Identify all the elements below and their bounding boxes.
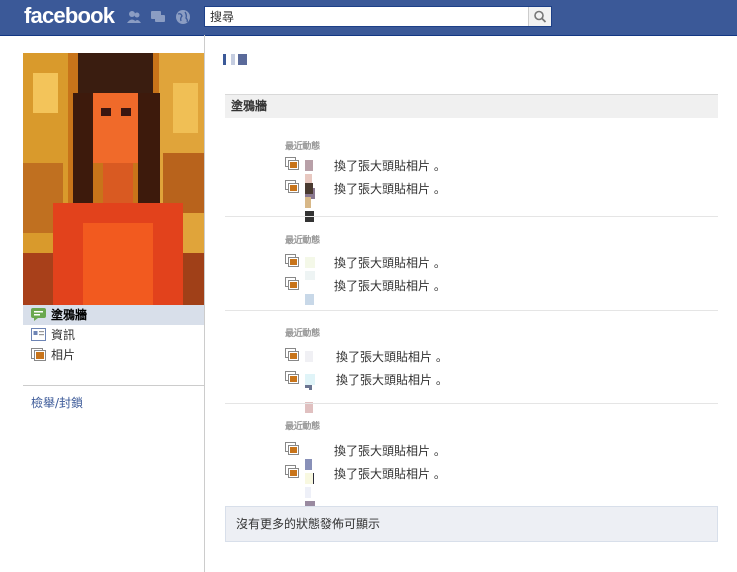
profile-photo-icon: [285, 442, 299, 455]
search-button[interactable]: [528, 7, 551, 26]
friend-requests-icon[interactable]: [126, 9, 142, 25]
story-label: 最近動態: [285, 142, 320, 152]
friend-name-link[interactable]: [305, 445, 316, 484]
profile-photo-icon: [285, 157, 299, 170]
search-input[interactable]: [210, 8, 528, 25]
profile-photo-icon: [285, 277, 299, 290]
friend-name-link[interactable]: [305, 374, 315, 413]
info-icon: [31, 328, 46, 341]
profile-photo-icon: [285, 465, 299, 478]
wall-section-header: 塗鴉牆: [225, 94, 718, 118]
nav-item-info[interactable]: 資訊: [23, 325, 204, 345]
photos-icon: [31, 348, 46, 361]
nav-item-wall[interactable]: 塗鴉牆: [23, 305, 204, 325]
search-box[interactable]: [204, 6, 552, 27]
nav-item-photos[interactable]: 相片: [23, 345, 204, 365]
story-block: 最近動態 換了張大頭貼相片 。 換了張大頭貼相片 。: [225, 310, 718, 413]
facebook-logo[interactable]: facebook: [24, 3, 115, 29]
main-column: 塗鴉牆 最近動態 換了張大頭貼相片 。 換了張大頭貼相片 。 最近動態 換了張大…: [205, 35, 737, 572]
top-bar: facebook: [0, 0, 737, 36]
messages-icon[interactable]: [150, 9, 166, 25]
story-text: 換了張大頭貼相片 。: [336, 373, 448, 387]
story-text: 換了張大頭貼相片 。: [334, 256, 446, 270]
story-label: 最近動態: [285, 236, 320, 246]
story-label: 最近動態: [285, 329, 320, 339]
friend-name-link[interactable]: [305, 257, 315, 282]
story-label: 最近動態: [285, 422, 320, 432]
story-text: 換了張大頭貼相片 。: [336, 350, 448, 364]
profile-name[interactable]: [223, 54, 247, 66]
search-icon: [534, 10, 547, 23]
profile-photo-icon: [285, 348, 299, 361]
friend-name-link[interactable]: [305, 160, 315, 199]
story-text: 換了張大頭貼相片 。: [334, 467, 446, 481]
wall-icon: [31, 308, 46, 321]
no-more-posts-notice: 沒有更多的狀態發佈可顯示: [225, 506, 718, 542]
profile-picture[interactable]: [23, 53, 204, 306]
story-block: 最近動態 換了張大頭貼相片 。 換了張大頭貼相片 。: [225, 216, 718, 311]
nav-item-label: 相片: [51, 348, 76, 362]
story-text: 換了張大頭貼相片 。: [334, 182, 446, 196]
story-text: 換了張大頭貼相片 。: [334, 159, 446, 173]
story-text: 換了張大頭貼相片 。: [334, 279, 446, 293]
friend-name-link[interactable]: [305, 351, 313, 390]
friend-name-link[interactable]: [305, 473, 315, 512]
friend-name-link[interactable]: [305, 183, 314, 222]
left-column: 塗鴉牆 資訊 相片 檢舉/封鎖: [0, 35, 205, 572]
notifications-globe-icon[interactable]: [175, 9, 191, 25]
pixelated-profile-image: [23, 53, 204, 306]
profile-photo-icon: [285, 371, 299, 384]
profile-photo-icon: [285, 180, 299, 193]
nav-item-label: 塗鴉牆: [51, 308, 88, 322]
profile-nav: 塗鴉牆 資訊 相片: [23, 305, 204, 365]
story-block: 最近動態 換了張大頭貼相片 。 換了張大頭貼相片 。: [225, 130, 718, 222]
sidebar-divider: [23, 385, 204, 386]
profile-photo-icon: [285, 254, 299, 267]
friend-name-link[interactable]: [305, 280, 315, 305]
report-block-link[interactable]: 檢舉/封鎖: [31, 394, 83, 411]
story-block: 最近動態 換了張大頭貼相片 。 換了張大頭貼相片 。: [225, 403, 718, 512]
nav-item-label: 資訊: [51, 328, 76, 342]
story-text: 換了張大頭貼相片 。: [334, 444, 446, 458]
